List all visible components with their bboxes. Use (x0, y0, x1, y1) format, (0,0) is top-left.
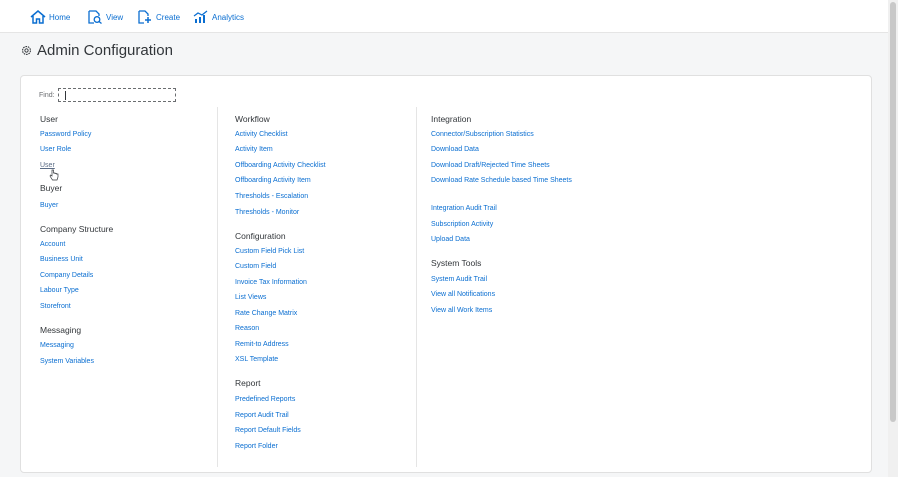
column-divider-2 (416, 107, 417, 467)
link-labour-type[interactable]: Labour Type (40, 287, 79, 294)
link-integration-audit-trail[interactable]: Integration Audit Trail (431, 205, 497, 212)
link-account[interactable]: Account (40, 241, 65, 248)
link-thresholds-monitor[interactable]: Thresholds - Monitor (235, 209, 299, 216)
link-password-policy[interactable]: Password Policy (40, 131, 91, 138)
section-heading-integration: Integration (431, 114, 472, 124)
analytics-icon (193, 10, 208, 23)
link-upload-data[interactable]: Upload Data (431, 236, 470, 243)
link-user-role[interactable]: User Role (40, 146, 71, 153)
section-heading-messaging: Messaging (40, 325, 82, 335)
link-download-data[interactable]: Download Data (431, 146, 479, 153)
link-connector-subscription-statistics[interactable]: Connector/Subscription Statistics (431, 131, 534, 138)
link-thresholds-escalation[interactable]: Thresholds - Escalation (235, 193, 308, 200)
link-offboarding-activity-checklist[interactable]: Offboarding Activity Checklist (235, 162, 326, 169)
nav-view[interactable]: View (87, 9, 123, 25)
section-heading-system-tools: System Tools (431, 258, 482, 268)
link-invoice-tax-information[interactable]: Invoice Tax Information (235, 279, 307, 286)
link-report-audit-trail[interactable]: Report Audit Trail (235, 412, 289, 419)
scrollbar-thumb[interactable] (890, 2, 896, 422)
link-subscription-activity[interactable]: Subscription Activity (431, 221, 493, 228)
section-heading-workflow: Workflow (235, 114, 270, 124)
create-icon (138, 10, 151, 24)
section-heading-company-structure: Company Structure (40, 224, 114, 234)
nav-view-label: View (106, 12, 124, 22)
section-heading-report: Report (235, 378, 261, 388)
column-divider-1 (217, 107, 218, 467)
nav-home-label: Home (49, 12, 71, 22)
link-download-rate-schedule-time-sheets[interactable]: Download Rate Schedule based Time Sheets (431, 175, 581, 187)
link-list-views[interactable]: List Views (235, 294, 266, 301)
link-company-details[interactable]: Company Details (40, 272, 93, 279)
page-title: Admin Configuration (37, 41, 173, 59)
admin-config-panel: Find: User Password Policy User Role Use… (20, 75, 872, 473)
section-heading-configuration: Configuration (235, 231, 286, 241)
top-nav-bar: Home View Create Analytics (0, 0, 888, 33)
link-view-all-work-items[interactable]: View all Work Items (431, 307, 492, 314)
find-bar: Find: (39, 88, 176, 102)
link-rate-change-matrix[interactable]: Rate Change Matrix (235, 310, 297, 317)
home-icon (30, 10, 46, 24)
link-report-default-fields[interactable]: Report Default Fields (235, 427, 301, 434)
gear-icon (22, 45, 31, 55)
view-icon (88, 10, 102, 24)
hand-cursor-icon (49, 169, 59, 181)
nav-create[interactable]: Create (137, 9, 180, 25)
section-heading-buyer: Buyer (40, 183, 63, 193)
find-label: Find: (39, 91, 55, 99)
link-activity-checklist[interactable]: Activity Checklist (235, 131, 288, 138)
link-predefined-reports[interactable]: Predefined Reports (235, 396, 295, 403)
find-input[interactable] (57, 88, 176, 102)
link-xsl-template[interactable]: XSL Template (235, 356, 278, 363)
page-title-row: Admin Configuration (21, 40, 173, 60)
link-custom-field-pick-list[interactable]: Custom Field Pick List (235, 248, 304, 255)
section-heading-user: User (40, 114, 58, 124)
link-custom-field[interactable]: Custom Field (235, 263, 276, 270)
link-view-all-notifications[interactable]: View all Notifications (431, 291, 495, 298)
link-buyer[interactable]: Buyer (40, 202, 58, 209)
nav-home[interactable]: Home (30, 9, 70, 25)
link-user[interactable]: User (40, 162, 55, 169)
link-activity-item[interactable]: Activity Item (235, 146, 273, 153)
link-messaging[interactable]: Messaging (40, 342, 74, 349)
link-report-folder[interactable]: Report Folder (235, 443, 278, 450)
link-offboarding-activity-item[interactable]: Offboarding Activity Item (235, 177, 311, 184)
link-download-draft-rejected-time-sheets[interactable]: Download Draft/Rejected Time Sheets (431, 162, 550, 169)
nav-analytics-label: Analytics (212, 12, 245, 22)
link-storefront[interactable]: Storefront (40, 303, 71, 310)
nav-analytics[interactable]: Analytics (193, 9, 244, 25)
link-remit-to-address[interactable]: Remit-to Address (235, 341, 289, 348)
link-reason[interactable]: Reason (235, 325, 259, 332)
link-business-unit[interactable]: Business Unit (40, 256, 83, 263)
nav-create-label: Create (156, 12, 181, 22)
link-system-variables[interactable]: System Variables (40, 358, 94, 365)
link-system-audit-trail[interactable]: System Audit Trail (431, 276, 487, 283)
vertical-scrollbar[interactable] (888, 0, 898, 477)
text-caret (64, 91, 66, 100)
